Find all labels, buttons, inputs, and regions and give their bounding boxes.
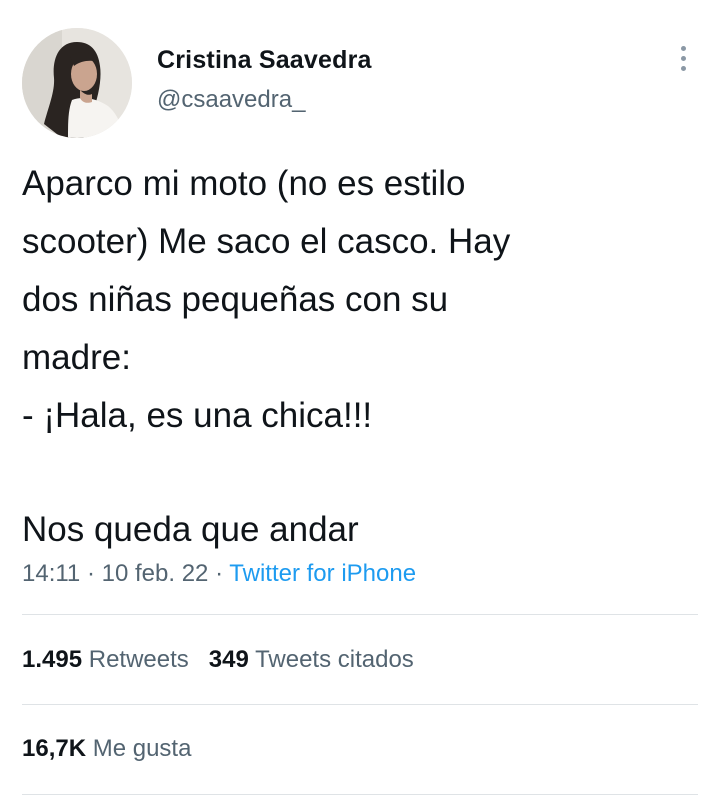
tweet-text-line: dos niñas pequeñas con su [22, 280, 449, 319]
divider [22, 704, 698, 705]
engagement-stats: 1.495 Retweets 349 Tweets citados [22, 644, 414, 676]
tweet-time[interactable]: 14:11 [22, 560, 80, 587]
tweet-header: Cristina Saavedra @csaavedra_ [22, 28, 702, 138]
tweet-text-line: Aparco mi moto (no es estilo [22, 164, 466, 203]
tweet-text-line: madre: [22, 338, 131, 377]
likes-label: Me gusta [92, 735, 192, 762]
likes-stats: 16,7K Me gusta [22, 733, 191, 765]
meta-separator: · [86, 560, 95, 587]
quotes-count: 349 [208, 646, 249, 673]
quotes-label: Tweets citados [255, 646, 414, 673]
tweet-text-line: scooter) Me saco el casco. Hay [22, 222, 511, 261]
divider [22, 794, 698, 795]
author-info: Cristina Saavedra @csaavedra_ [157, 44, 372, 116]
retweets-label: Retweets [88, 646, 189, 673]
author-handle[interactable]: @csaavedra_ [157, 84, 372, 116]
tweet-date[interactable]: 10 feb. 22 [102, 560, 209, 587]
meta-separator: · [215, 560, 224, 587]
more-vertical-icon[interactable] [678, 46, 688, 76]
likes-count: 16,7K [22, 735, 87, 762]
tweet-text-line: - ¡Hala, es una chica!!! [22, 396, 373, 435]
tweet-meta: 14:11 · 10 feb. 22 · Twitter for iPhone [22, 558, 416, 590]
avatar-photo [22, 28, 132, 138]
quote-tweets-stat[interactable]: 349 Tweets citados [209, 644, 414, 676]
divider [22, 614, 698, 615]
likes-stat[interactable]: 16,7K Me gusta [22, 733, 191, 765]
avatar[interactable] [22, 28, 132, 138]
tweet-text: Aparco mi moto (no es estilo scooter) Me… [22, 155, 702, 559]
retweets-stat[interactable]: 1.495 Retweets [22, 644, 189, 676]
tweet-card: Cristina Saavedra @csaavedra_ Aparco mi … [0, 0, 721, 800]
author-display-name[interactable]: Cristina Saavedra [157, 44, 372, 76]
retweets-count: 1.495 [22, 646, 83, 673]
tweet-text-line: Nos queda que andar [22, 510, 359, 549]
tweet-source-link[interactable]: Twitter for iPhone [229, 560, 416, 587]
